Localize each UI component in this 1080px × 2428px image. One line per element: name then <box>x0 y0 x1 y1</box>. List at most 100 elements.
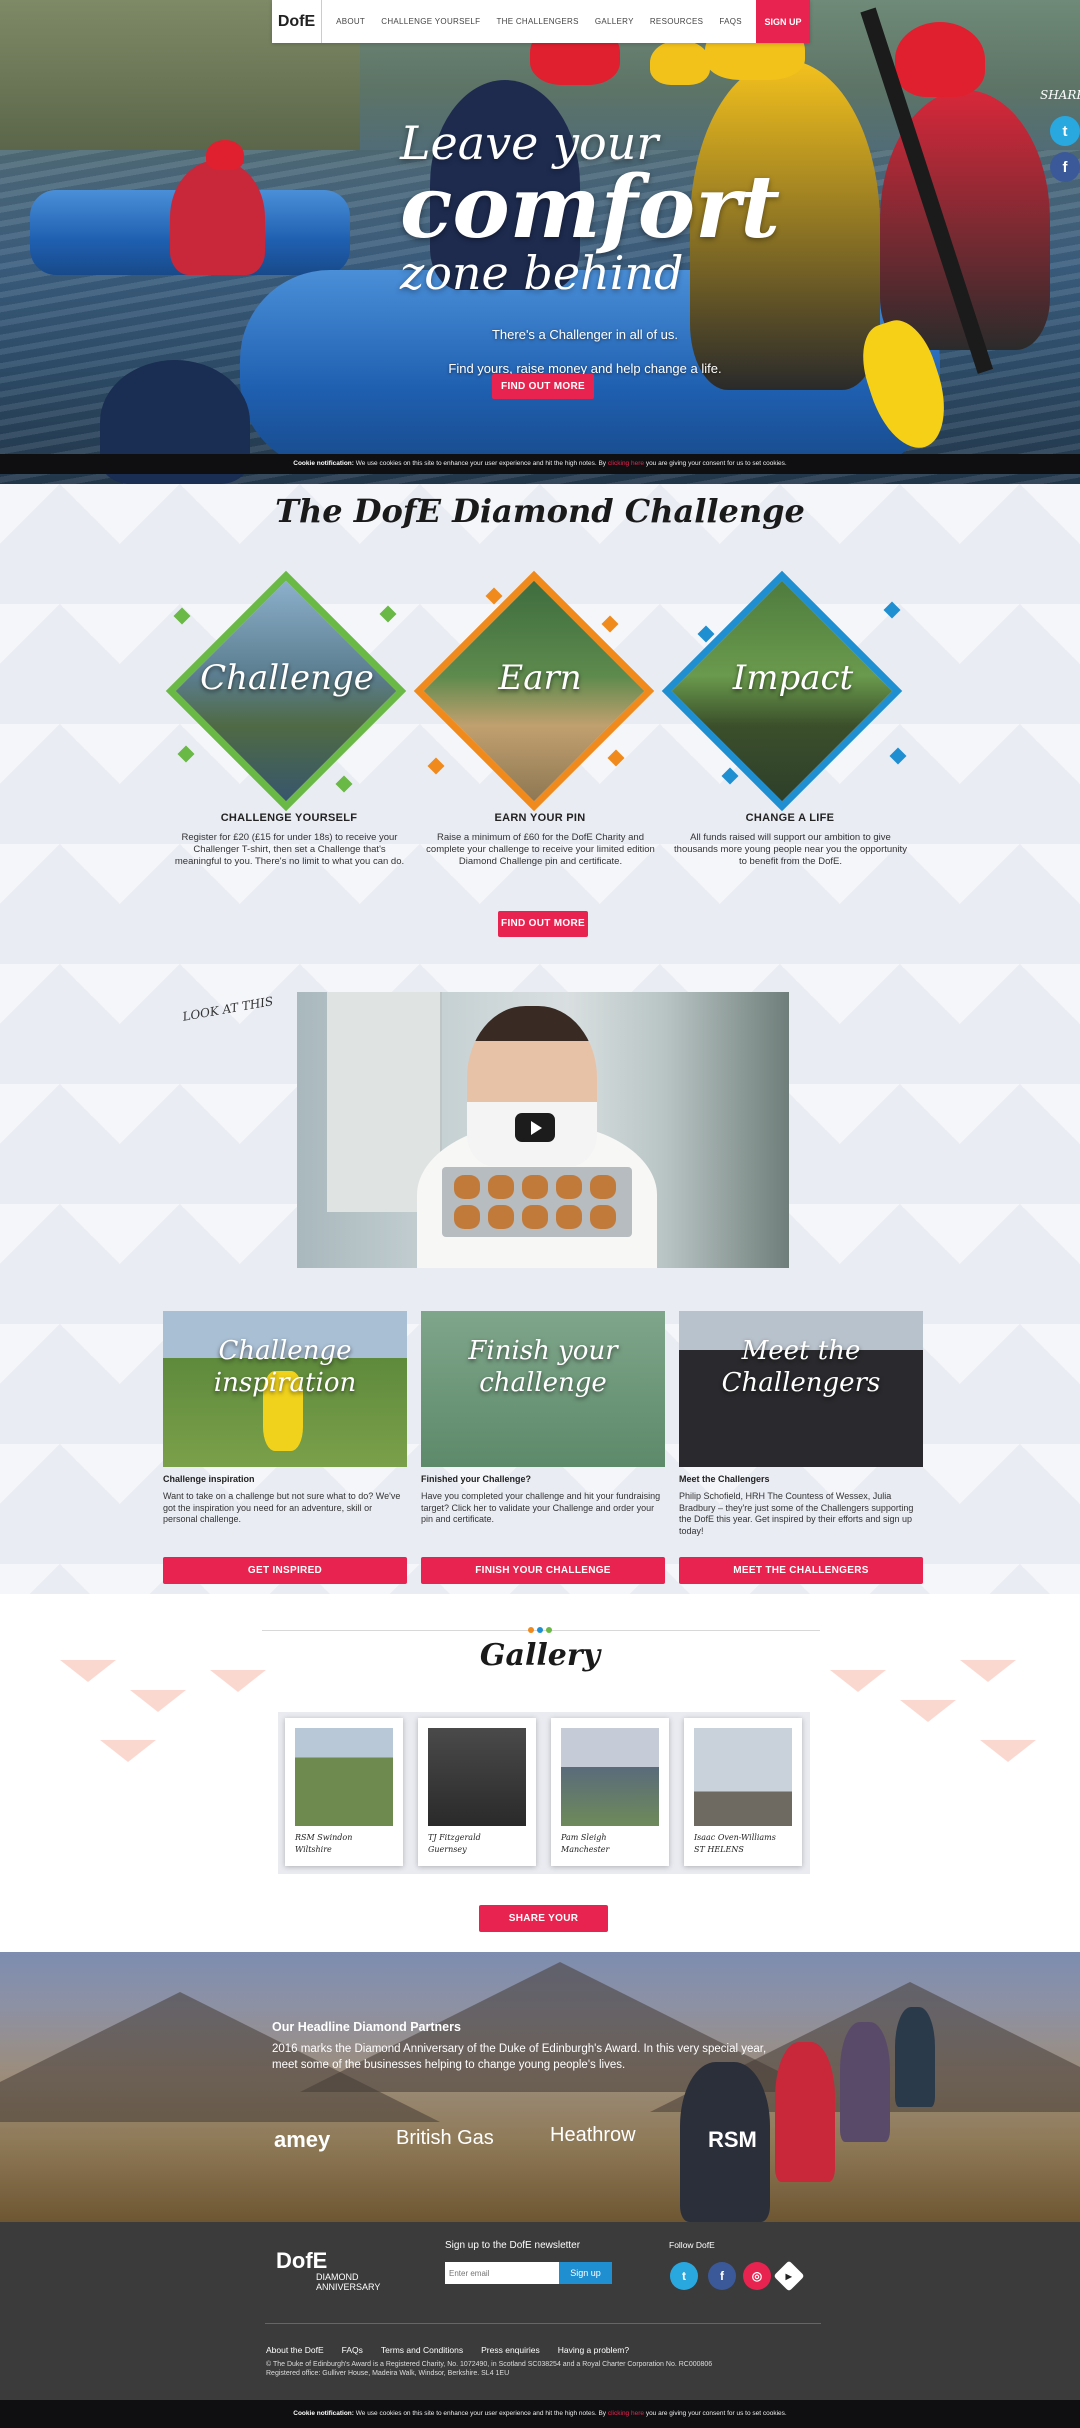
british-gas-logo[interactable]: British Gas <box>396 2127 494 2150</box>
meet-challengers-image[interactable]: Meet the Challengers <box>679 1311 923 1467</box>
earn-diamond-label: Earn <box>498 658 582 698</box>
gallery-caption-line2: Guernsey <box>428 1845 467 1854</box>
sign-up-button[interactable]: SIGN UP <box>756 0 810 43</box>
dofe-logo[interactable]: DofE <box>272 0 322 43</box>
meet-the-challengers-button[interactable]: MEET THE CHALLENGERS <box>679 1557 923 1584</box>
find-out-more-button[interactable]: FIND OUT MORE <box>492 374 594 399</box>
hero-person <box>170 160 265 275</box>
cookie-consent-link[interactable]: clicking here <box>608 2410 644 2417</box>
hero-helmet <box>206 140 244 170</box>
facebook-share-icon[interactable]: f <box>1050 152 1080 182</box>
nav-item-faqs[interactable]: FAQS <box>719 17 742 26</box>
footer-divider <box>265 2323 821 2324</box>
finish-your-challenge-button[interactable]: FINISH YOUR CHALLENGE <box>421 1557 665 1584</box>
nav-item-about[interactable]: ABOUT <box>336 17 365 26</box>
facebook-icon[interactable]: f <box>708 2262 736 2290</box>
challenge-inspiration-image[interactable]: Challenge inspiration <box>163 1311 407 1467</box>
gallery-caption-line2: Wiltshire <box>295 1845 332 1854</box>
footer-link-terms[interactable]: Terms and Conditions <box>381 2345 463 2355</box>
decor-triangle <box>100 1740 156 1762</box>
gallery-title: Gallery <box>479 1638 601 1673</box>
finish-challenge-image-label: Finish your challenge <box>468 1336 618 1398</box>
amey-logo[interactable]: amey <box>274 2127 330 2153</box>
cookie-text-rest: you are giving your consent for us to se… <box>645 460 787 467</box>
share-label: SHARE <box>1040 88 1080 102</box>
hiker <box>775 2042 835 2182</box>
newsletter-title: Sign up to the DofE newsletter <box>445 2240 581 2251</box>
challenge-diamond-label: Challenge <box>200 658 374 698</box>
cookie-label: Cookie notification: <box>293 2410 354 2417</box>
follow-title: Follow DofE <box>669 2240 715 2250</box>
cookie-consent-link[interactable]: clicking here <box>608 460 644 467</box>
card-body: Want to take on a challenge but not sure… <box>163 1491 401 1524</box>
meet-challengers-image-label: Meet the Challengers <box>721 1336 881 1398</box>
decor-triangle <box>130 1690 186 1712</box>
decor-triangle <box>210 1670 266 1692</box>
challenge-inspiration-image-label: Challenge inspiration <box>213 1336 357 1398</box>
twitter-share-icon[interactable]: t <box>1050 116 1080 146</box>
hero-banner: Leave your comfort zone behind There's a… <box>0 0 1080 484</box>
footer-legal-address: Registered office: Gulliver House, Madei… <box>266 2370 510 2377</box>
gallery-caption-line2: Manchester <box>561 1845 610 1854</box>
cookie-text-rest: you are giving your consent for us to se… <box>645 2410 787 2417</box>
impact-diamond-label: Impact <box>732 658 854 698</box>
cookie-label: Cookie notification: <box>293 460 354 467</box>
video-tray <box>442 1167 632 1237</box>
column-body: All funds raised will support our ambiti… <box>674 832 907 867</box>
gallery-item[interactable]: RSM Swindon Wiltshire <box>285 1718 403 1866</box>
column-title: EARN YOUR PIN <box>494 812 586 824</box>
main-nav: DofE ABOUT CHALLENGE YOURSELF THE CHALLE… <box>272 0 810 43</box>
partners-section <box>0 1952 1080 2222</box>
newsletter-sign-up-button[interactable]: Sign up <box>559 2262 612 2284</box>
gallery-caption-line1: Pam Sleigh <box>561 1833 607 1842</box>
video-play-icon[interactable] <box>515 1113 555 1142</box>
card-title: Challenge inspiration <box>163 1474 255 1484</box>
cookie-text: We use cookies on this site to enhance y… <box>355 2410 607 2417</box>
decor-triangle <box>980 1740 1036 1762</box>
card-title: Meet the Challengers <box>679 1474 770 1484</box>
hero-subtitle-line1: There's a Challenger in all of us. <box>491 327 679 342</box>
hiker <box>840 2022 890 2142</box>
rsm-logo[interactable]: RSM <box>708 2127 757 2153</box>
hiker <box>895 2007 935 2107</box>
column-body: Register for £20 (£15 for under 18s) to … <box>174 832 405 867</box>
nav-item-challenge-yourself[interactable]: CHALLENGE YOURSELF <box>381 17 480 26</box>
page: Leave your comfort zone behind There's a… <box>0 0 1080 2428</box>
video-presenter <box>467 1006 597 1166</box>
cookie-notification-bottom: Cookie notification: We use cookies on t… <box>0 2400 1080 2428</box>
twitter-icon[interactable]: t <box>670 2262 698 2290</box>
heathrow-logo[interactable]: Heathrow <box>550 2124 636 2147</box>
nav-item-the-challengers[interactable]: THE CHALLENGERS <box>496 17 578 26</box>
nav-item-gallery[interactable]: GALLERY <box>595 17 634 26</box>
gallery-item[interactable]: TJ Fitzgerald Guernsey <box>418 1718 536 1866</box>
hero-headline-line2: comfort <box>400 157 781 258</box>
share-your-challenge-button[interactable]: SHARE YOUR CHALLENGE <box>479 1905 608 1951</box>
gallery-item[interactable]: Pam Sleigh Manchester <box>551 1718 669 1866</box>
get-inspired-button[interactable]: GET INSPIRED <box>163 1557 407 1584</box>
footer-legal-charity: © The Duke of Edinburgh's Award is a Reg… <box>266 2361 713 2368</box>
nav-item-resources[interactable]: RESOURCES <box>650 17 703 26</box>
footer-link-faqs[interactable]: FAQs <box>342 2345 363 2355</box>
instagram-icon[interactable]: ◎ <box>743 2262 771 2290</box>
footer-link-problem[interactable]: Having a problem? <box>558 2345 629 2355</box>
column-title: CHALLENGE YOURSELF <box>220 812 358 824</box>
footer-link-about[interactable]: About the DofE <box>266 2345 324 2355</box>
gallery-caption-line1: RSM Swindon <box>295 1833 353 1842</box>
video-player[interactable] <box>297 992 789 1268</box>
footer-logo[interactable]: DofE DIAMOND ANNIVERSARY <box>276 2248 380 2292</box>
hero-helmet <box>650 40 710 85</box>
gallery-caption-line2: ST HELENS <box>694 1845 744 1854</box>
find-out-more-button-2[interactable]: FIND OUT MORE <box>498 911 588 937</box>
hero-helmet <box>895 22 985 97</box>
column-title: CHANGE A LIFE <box>745 812 835 824</box>
newsletter-email-input[interactable] <box>445 2262 559 2284</box>
diamond-challenge-title: The DofE Diamond Challenge <box>275 492 805 530</box>
footer-links: About the DofE FAQs Terms and Conditions… <box>266 2345 629 2355</box>
finish-challenge-image[interactable]: Finish your challenge <box>421 1311 665 1467</box>
footer-link-press[interactable]: Press enquiries <box>481 2345 540 2355</box>
gallery-item[interactable]: Isaac Oven-Williams ST HELENS <box>684 1718 802 1866</box>
cookie-notification: Cookie notification: We use cookies on t… <box>0 454 1080 474</box>
column-body: Raise a minimum of £60 for the DofE Char… <box>426 832 655 867</box>
gallery-caption-line1: Isaac Oven-Williams <box>694 1833 776 1842</box>
footer-logo-text: DIAMOND ANNIVERSARY <box>316 2272 381 2292</box>
